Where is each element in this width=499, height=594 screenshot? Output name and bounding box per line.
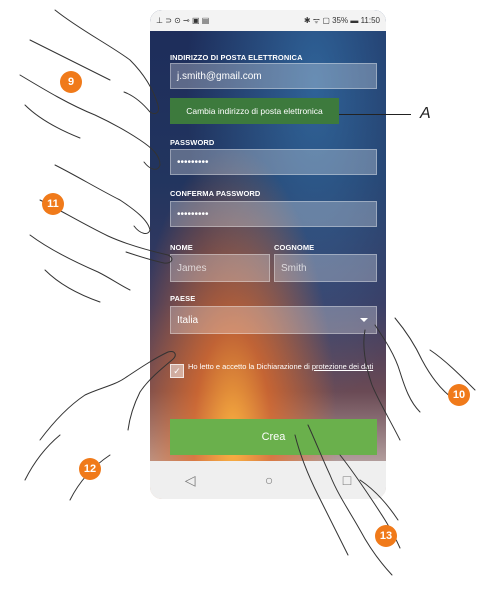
hand-11-icon — [29, 164, 173, 303]
hand-13-icon — [294, 424, 401, 576]
step-9-badge: 9 — [60, 71, 82, 93]
step-13-badge: 13 — [375, 525, 397, 547]
step-12-badge: 12 — [79, 458, 101, 480]
step-10-badge: 10 — [448, 384, 470, 406]
step-11-badge: 11 — [42, 193, 64, 215]
hand-9-icon — [19, 9, 161, 170]
hand-10-icon — [363, 317, 476, 441]
hand-12-icon — [24, 351, 176, 501]
